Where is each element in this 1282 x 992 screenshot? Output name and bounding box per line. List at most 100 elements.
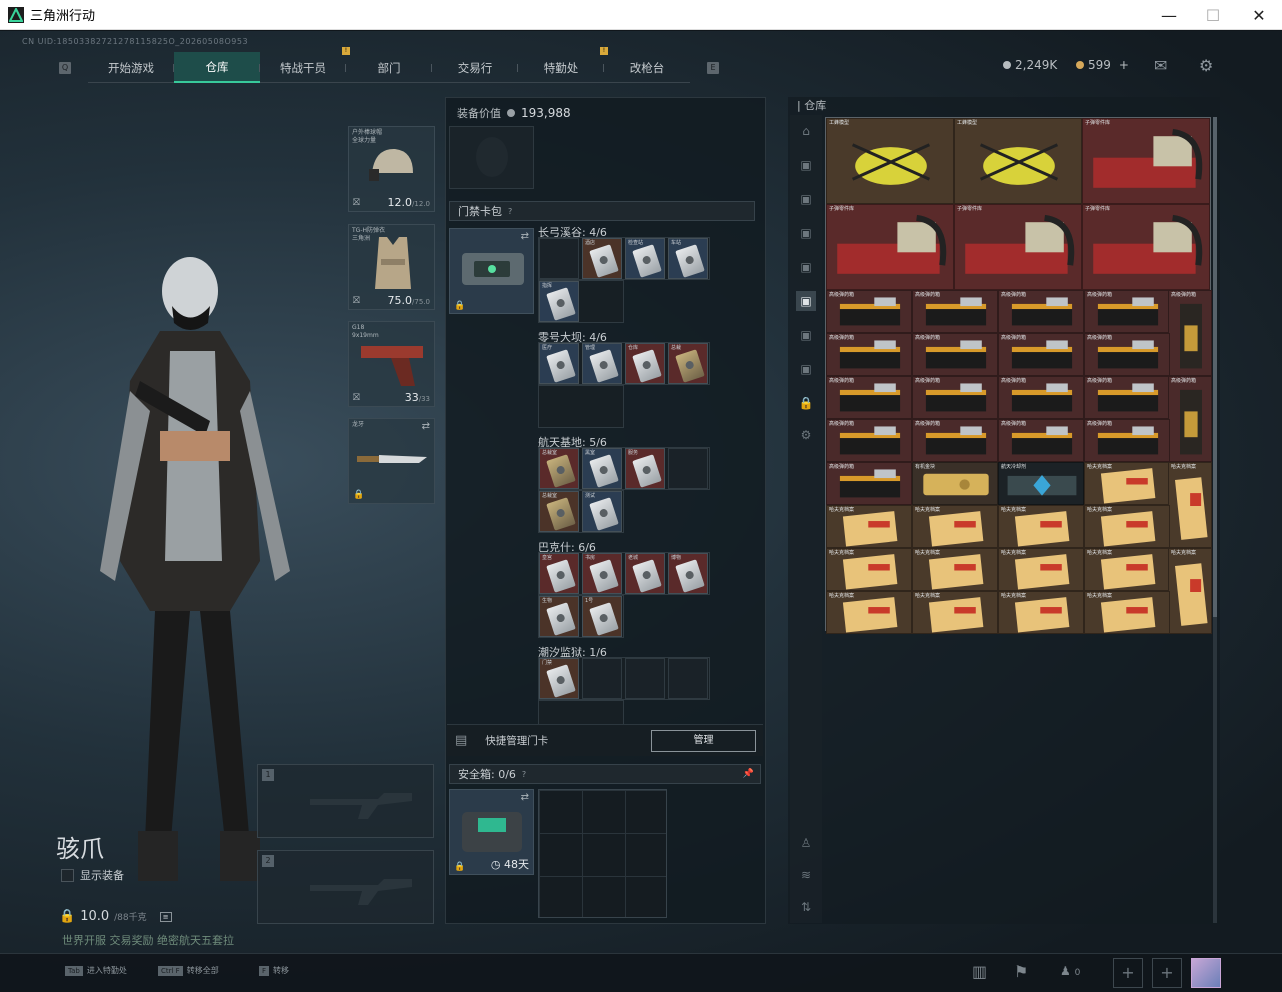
tab-key-hint[interactable]: Tab 进入特勤处	[65, 965, 127, 976]
help-icon[interactable]: ?	[522, 770, 526, 779]
warehouse-item[interactable]: 哈夫克档案	[1168, 548, 1212, 634]
add-currency-button[interactable]: +	[1119, 58, 1129, 72]
show-equipment-toggle[interactable]: 显示装备	[61, 867, 124, 883]
swap-icon[interactable]: ⇄	[422, 421, 430, 432]
warehouse-item[interactable]: 子弹零件库	[1082, 118, 1210, 204]
keycard-slot[interactable]: 医疗	[539, 343, 579, 384]
warehouse-item[interactable]: 子弹零件库	[826, 204, 954, 290]
settings-gear-icon[interactable]: ⚙	[1199, 56, 1213, 75]
warehouse-item[interactable]: 有机金块	[912, 462, 998, 505]
warehouse-item[interactable]: 哈夫克档案	[912, 505, 998, 548]
warehouse-item[interactable]: 哈夫克档案	[1168, 462, 1212, 548]
warehouse-item[interactable]: 哈夫克档案	[826, 591, 912, 634]
keycard-slot[interactable]: 管理	[582, 343, 622, 384]
warehouse-item[interactable]: 高级弹药箱	[826, 333, 912, 376]
warehouse-item[interactable]: 高级弹药箱	[826, 376, 912, 419]
tab-2-icon[interactable]: ▣	[796, 189, 816, 209]
safebox-item[interactable]: ⇄ 🔒 ◷ 48天	[449, 789, 534, 875]
warehouse-item[interactable]: 高级弹药箱	[1168, 290, 1212, 376]
warehouse-item[interactable]: 高级弹药箱	[1084, 290, 1170, 333]
keycard-slot[interactable]: 老城	[625, 553, 665, 594]
keycard-slot[interactable]: 黑室	[582, 448, 622, 489]
warehouse-item[interactable]: 哈夫克档案	[1084, 462, 1170, 505]
keycard-slot[interactable]: 检查站	[625, 238, 665, 279]
warehouse-item[interactable]: 高级弹药箱	[826, 462, 912, 505]
q-key-icon[interactable]: Q	[59, 62, 71, 74]
keycard-slot[interactable]: 生物	[539, 596, 579, 637]
swap-icon[interactable]: ⇄	[521, 792, 529, 803]
layers-icon[interactable]: ≋	[796, 865, 816, 885]
warehouse-item[interactable]: 工蜂模型	[954, 118, 1082, 204]
unequip-icon[interactable]: ⛝	[353, 393, 360, 403]
pistol-slot[interactable]: G18 9x19mm ⛝ 33/33	[348, 321, 435, 407]
settings-gear-icon[interactable]: ⚙	[796, 425, 816, 445]
tab-5[interactable]: 特勤处!	[518, 47, 608, 83]
keycard-slot[interactable]: 书房	[582, 553, 622, 594]
helmet-slot[interactable]: 户外棒球帽 全球力量 ⛝ 12.0/12.0	[348, 126, 435, 212]
minimize-button[interactable]: —	[1146, 0, 1192, 30]
list-icon[interactable]: ≡	[159, 911, 172, 922]
melee-slot[interactable]: 龙牙 ⇄ 🔒	[348, 418, 435, 504]
keycard-slot[interactable]: 总裁室	[539, 448, 579, 489]
warehouse-item[interactable]: 高级弹药箱	[998, 376, 1084, 419]
warehouse-scrollbar[interactable]	[1213, 117, 1217, 923]
bag-portrait-slot[interactable]	[449, 126, 534, 189]
secondary-weapon-slot[interactable]: 2	[257, 850, 434, 924]
add-squad-slot-1[interactable]: +	[1113, 958, 1143, 988]
flag-icon[interactable]: ⚑	[1014, 962, 1028, 981]
warehouse-item[interactable]: 子弹零件库	[1082, 204, 1210, 290]
warehouse-item[interactable]: 哈夫克档案	[1084, 591, 1170, 634]
warehouse-item[interactable]: 哈夫克档案	[998, 505, 1084, 548]
warehouse-item[interactable]: 哈夫克档案	[912, 591, 998, 634]
warehouse-item[interactable]: 高级弹药箱	[1168, 376, 1212, 462]
keycard-slot[interactable]	[668, 658, 708, 699]
e-key-icon[interactable]: E	[707, 62, 719, 74]
armor-slot[interactable]: TG-H防弹衣 三角洲 ⛝ 75.0/75.0	[348, 224, 435, 310]
tab-1[interactable]: 仓库	[174, 52, 260, 83]
tab-3-icon[interactable]: ▣	[796, 223, 816, 243]
keycard-bag-item[interactable]: ⇄ 🔒	[449, 228, 534, 314]
tab-4[interactable]: 交易行	[432, 52, 518, 83]
keycard-slot[interactable]: 仓库	[625, 343, 665, 384]
stats-icon[interactable]: ▥	[972, 962, 987, 981]
keycard-slot[interactable]: 皇宫	[539, 553, 579, 594]
warehouse-item[interactable]: 工蜂模型	[826, 118, 954, 204]
mail-icon[interactable]: ✉	[1154, 56, 1167, 75]
unequip-icon[interactable]: ⛝	[353, 296, 360, 306]
warehouse-grid[interactable]: 工蜂模型 工蜂模型 子弹零件库 子弹零件库 子弹零件库 子弹零件库 高级弹药箱 高级弹药箱 高级…	[825, 117, 1212, 634]
warehouse-item[interactable]: 哈夫克档案	[1084, 505, 1170, 548]
all-items-icon[interactable]: ⌂	[796, 121, 816, 141]
keycard-slot[interactable]: 酒店	[582, 238, 622, 279]
keycard-slot[interactable]	[668, 448, 708, 489]
help-icon[interactable]: ?	[508, 207, 512, 216]
lock-icon[interactable]: 🔒	[796, 393, 816, 413]
warehouse-item[interactable]: 哈夫克档案	[998, 591, 1084, 634]
warehouse-item[interactable]: 哈夫克档案	[1084, 548, 1170, 591]
warehouse-item[interactable]: 高级弹药箱	[912, 333, 998, 376]
add-squad-slot-2[interactable]: +	[1152, 958, 1182, 988]
pin-icon[interactable]: 📌	[743, 769, 754, 779]
warehouse-item[interactable]: 哈夫克档案	[826, 548, 912, 591]
maximize-button[interactable]: ☐	[1190, 0, 1236, 30]
manage-button[interactable]: 管理	[651, 730, 756, 752]
keycard-slot[interactable]: 服务	[625, 448, 665, 489]
warehouse-item[interactable]: 高级弹药箱	[826, 419, 912, 462]
close-button[interactable]: ✕	[1236, 0, 1282, 30]
warehouse-item[interactable]: 航天冷却剂	[998, 462, 1084, 505]
warehouse-item[interactable]: 高级弹药箱	[998, 290, 1084, 333]
tab-0[interactable]: 开始游戏	[88, 52, 174, 83]
keycard-slot[interactable]: 总裁室	[539, 491, 579, 532]
tab-6[interactable]: 改枪台	[604, 52, 690, 83]
keycard-slot[interactable]	[539, 238, 579, 279]
warehouse-item[interactable]: 高级弹药箱	[912, 376, 998, 419]
sort-icon[interactable]: ⇅	[796, 897, 816, 917]
warehouse-item[interactable]: 高级弹药箱	[998, 333, 1084, 376]
warehouse-item[interactable]: 高级弹药箱	[1084, 376, 1170, 419]
tab-2[interactable]: 特战干员!	[260, 47, 350, 83]
warehouse-item[interactable]: 高级弹药箱	[1084, 419, 1170, 462]
tab-4-icon[interactable]: ▣	[796, 257, 816, 277]
tab-7-icon[interactable]: ▣	[796, 359, 816, 379]
keycard-slot[interactable]: 总裁	[668, 343, 708, 384]
keycard-slot[interactable]	[625, 658, 665, 699]
tab-1-icon[interactable]: ▣	[796, 155, 816, 175]
